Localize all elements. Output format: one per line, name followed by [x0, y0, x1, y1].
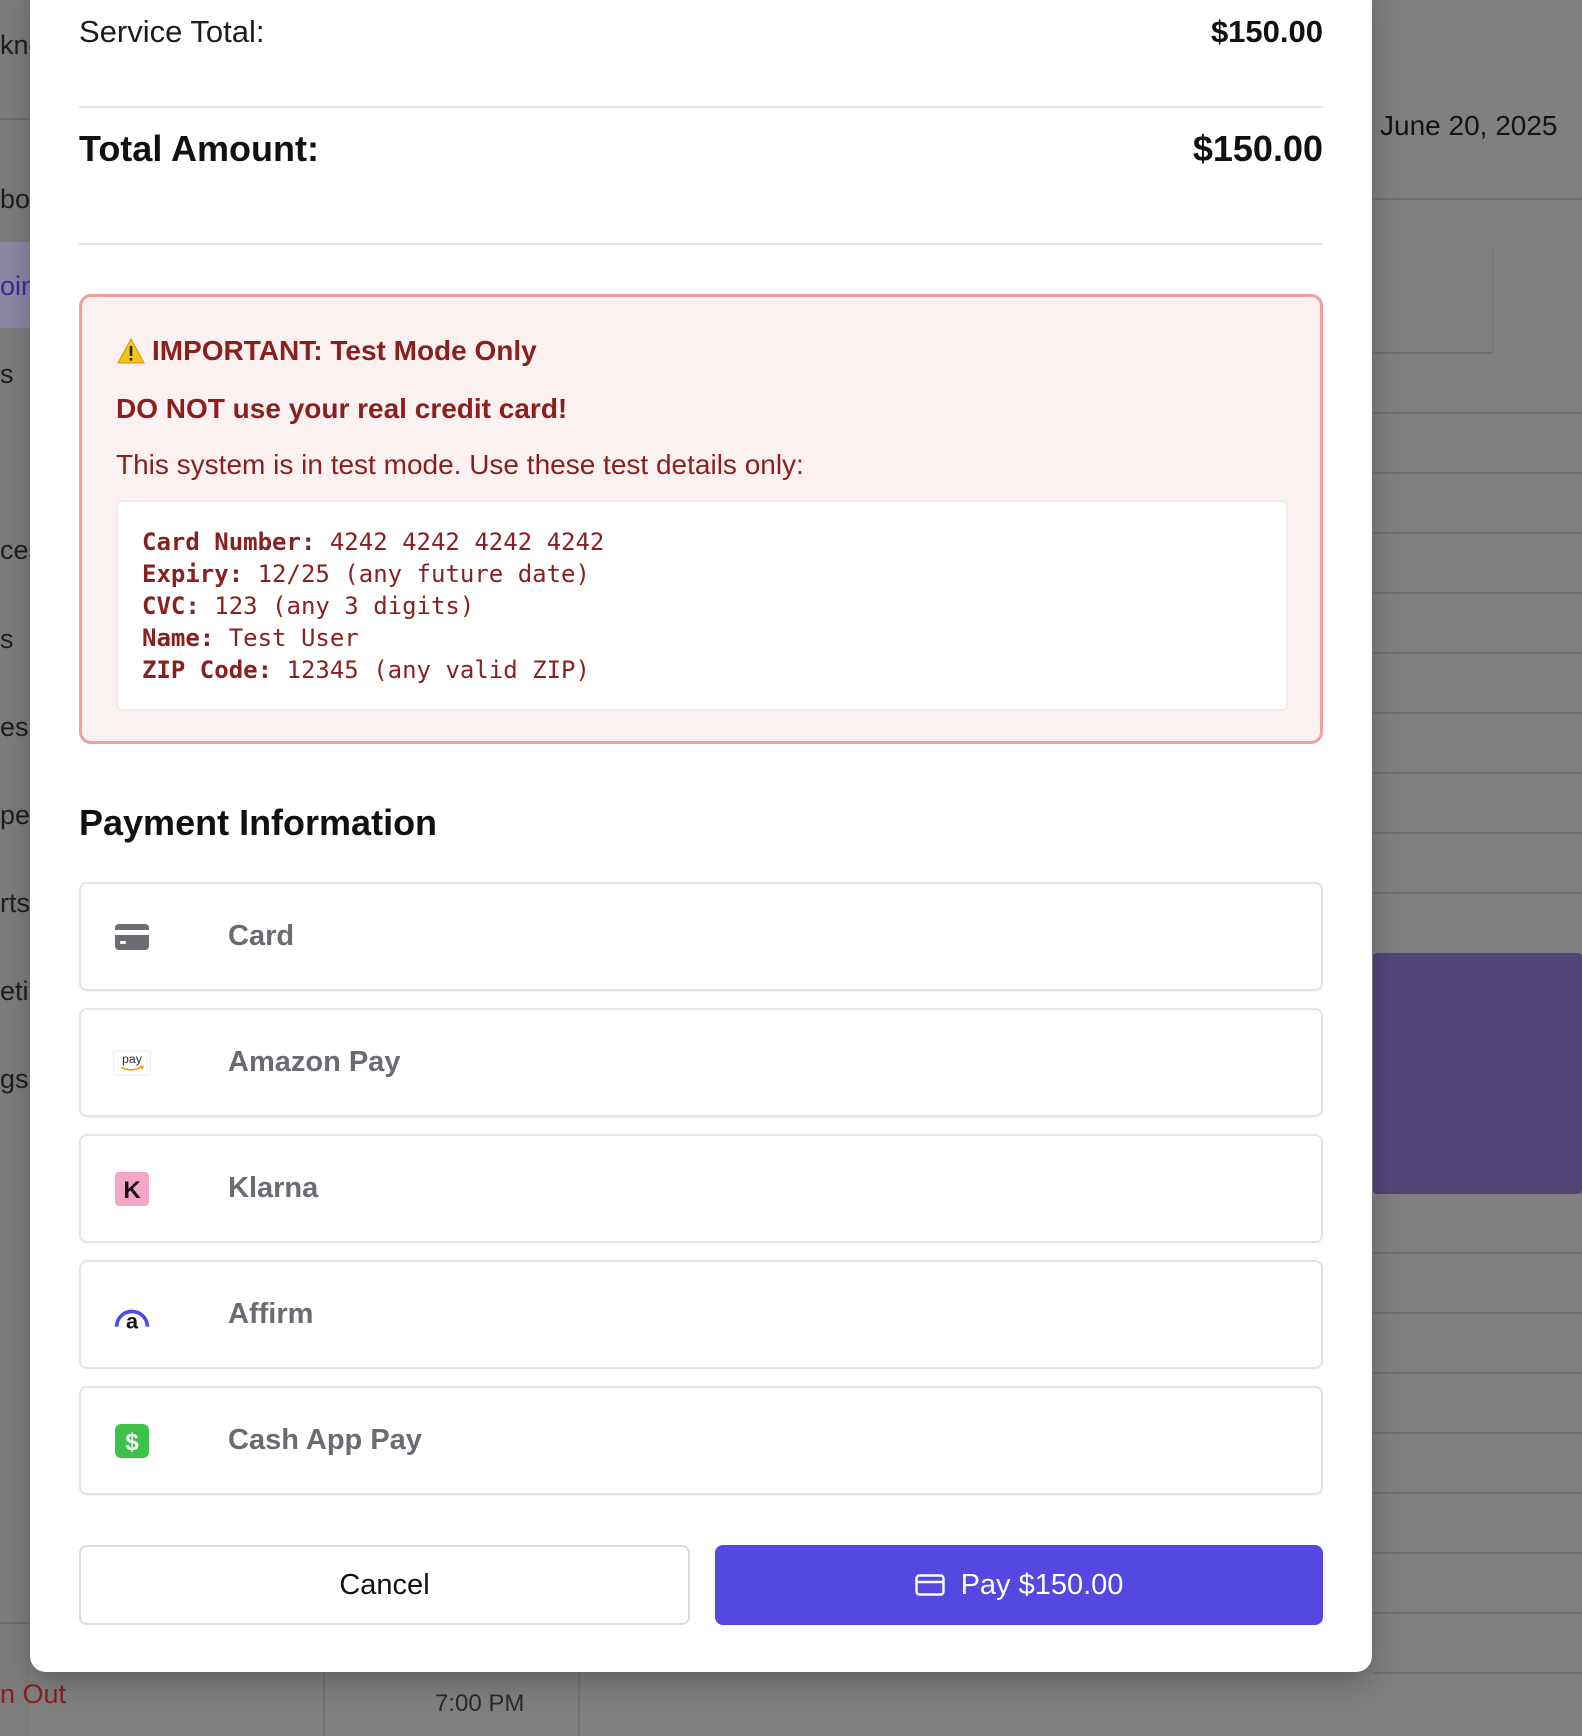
payment-method-label: Affirm [228, 1298, 314, 1330]
total-amount-label: Total Amount: [79, 128, 319, 169]
calendar-row-line [1373, 1492, 1582, 1494]
calendar-row-line [1373, 1612, 1582, 1614]
test-detail-key: ZIP Code: [142, 656, 273, 684]
test-detail-line: CVC: 123 (any 3 digits) [142, 590, 1262, 622]
service-total-label: Service Total: [79, 14, 265, 49]
calendar-row-line [1373, 1552, 1582, 1554]
warning-icon [117, 337, 145, 364]
payment-modal: Service Total: $150.00 Total Amount: $15… [30, 0, 1372, 1672]
calendar-row-line [1373, 892, 1582, 894]
calendar-row-line [1373, 772, 1582, 774]
alert-title-text: IMPORTANT: Test Mode Only [152, 335, 537, 366]
payment-method-card[interactable]: Card [79, 882, 1323, 991]
selected-date: June 20, 2025 [1380, 110, 1558, 141]
credit-card-icon [914, 1574, 945, 1596]
test-detail-key: Expiry: [142, 560, 244, 588]
service-total-value: $150.00 [1210, 14, 1323, 49]
calendar-row-line [1373, 532, 1582, 534]
payment-method-label: Card [228, 920, 295, 952]
test-detail-value: Test User [214, 624, 359, 652]
test-detail-key: Card Number: [142, 528, 316, 556]
appointment-block[interactable] [1373, 953, 1582, 1194]
calendar-row-line [1373, 472, 1582, 474]
cancel-button[interactable]: Cancel [79, 1545, 690, 1625]
calendar-row-line [1373, 412, 1582, 414]
test-detail-value: 4242 4242 4242 4242 [315, 528, 605, 556]
test-detail-line: Expiry: 12/25 (any future date) [142, 558, 1262, 590]
test-detail-value: 12/25 (any future date) [243, 560, 590, 588]
total-amount-row: Total Amount: $150.00 [79, 125, 1323, 173]
credit-card-icon [113, 918, 151, 956]
calendar-row-line [1373, 1312, 1582, 1314]
pay-button-label: Pay $150.00 [960, 1568, 1124, 1601]
alert-subtitle: DO NOT use your real credit card! [116, 393, 568, 424]
test-detail-value: 12345 (any valid ZIP) [272, 656, 590, 684]
sidebar-item-reports[interactable]: rts [0, 888, 30, 919]
payment-method-cash-app-pay[interactable]: $ Cash App Pay [79, 1386, 1323, 1495]
svg-text:$: $ [125, 1429, 139, 1456]
test-detail-line: Card Number: 4242 4242 4242 4242 [142, 526, 1262, 558]
payment-information-heading: Payment Information [79, 802, 438, 843]
svg-text:K: K [123, 1177, 141, 1204]
sidebar-bottom-divider [0, 1622, 30, 1624]
summary-divider [79, 243, 1323, 245]
test-detail-line: ZIP Code: 12345 (any valid ZIP) [142, 654, 1262, 686]
test-detail-line: Name: Test User [142, 622, 1262, 654]
payment-method-label: Cash App Pay [228, 1424, 422, 1456]
calendar-row-line [1373, 1252, 1582, 1254]
time-slot-label: 7:00 PM [435, 1690, 525, 1717]
test-mode-alert: IMPORTANT: Test Mode Only DO NOT use you… [79, 294, 1323, 744]
svg-text:pay: pay [122, 1052, 143, 1066]
payment-method-amazon-pay[interactable]: pay Amazon Pay [79, 1008, 1323, 1117]
calendar-row-line [1373, 712, 1582, 714]
test-detail-key: Name: [142, 624, 215, 652]
klarna-icon: K [113, 1170, 151, 1208]
alert-text: This system is in test mode. Use these t… [116, 449, 804, 480]
calendar-row-line [1373, 1672, 1582, 1674]
total-amount-value: $150.00 [1192, 128, 1323, 169]
calendar-row-line [1373, 1432, 1582, 1434]
sidebar-item-3[interactable]: s [0, 359, 14, 390]
payment-method-affirm[interactable]: a Affirm [79, 1260, 1323, 1369]
payment-method-label: Amazon Pay [228, 1046, 401, 1078]
calendar-row-line [1373, 832, 1582, 834]
cash-app-icon: $ [113, 1422, 151, 1460]
sidebar-item-settings[interactable]: gs [0, 1064, 29, 1095]
amazon-pay-icon: pay [113, 1044, 151, 1082]
payment-method-klarna[interactable]: K Klarna [79, 1134, 1323, 1243]
affirm-icon: a [113, 1296, 151, 1334]
calendar-row-line [1373, 652, 1582, 654]
summary-divider [79, 106, 1323, 108]
test-details-box: Card Number: 4242 4242 4242 4242 Expiry:… [116, 500, 1288, 711]
test-detail-key: CVC: [142, 592, 200, 620]
pay-button[interactable]: Pay $150.00 [715, 1545, 1323, 1625]
sidebar-item-5[interactable]: s [0, 624, 14, 655]
test-detail-value: 123 (any 3 digits) [199, 592, 475, 620]
service-total-row: Service Total: $150.00 [79, 10, 1323, 54]
calendar-row-line [1373, 592, 1582, 594]
calendar-row-line [1373, 1372, 1582, 1374]
sidebar-divider [0, 118, 30, 120]
sign-out-link[interactable]: n Out [0, 1679, 66, 1710]
payment-method-label: Klarna [228, 1172, 319, 1204]
sidebar-item-6[interactable]: es [0, 712, 29, 743]
background-card [1373, 248, 1493, 354]
alert-title: IMPORTANT: Test Mode Only [116, 335, 537, 367]
svg-text:a: a [126, 1308, 139, 1331]
